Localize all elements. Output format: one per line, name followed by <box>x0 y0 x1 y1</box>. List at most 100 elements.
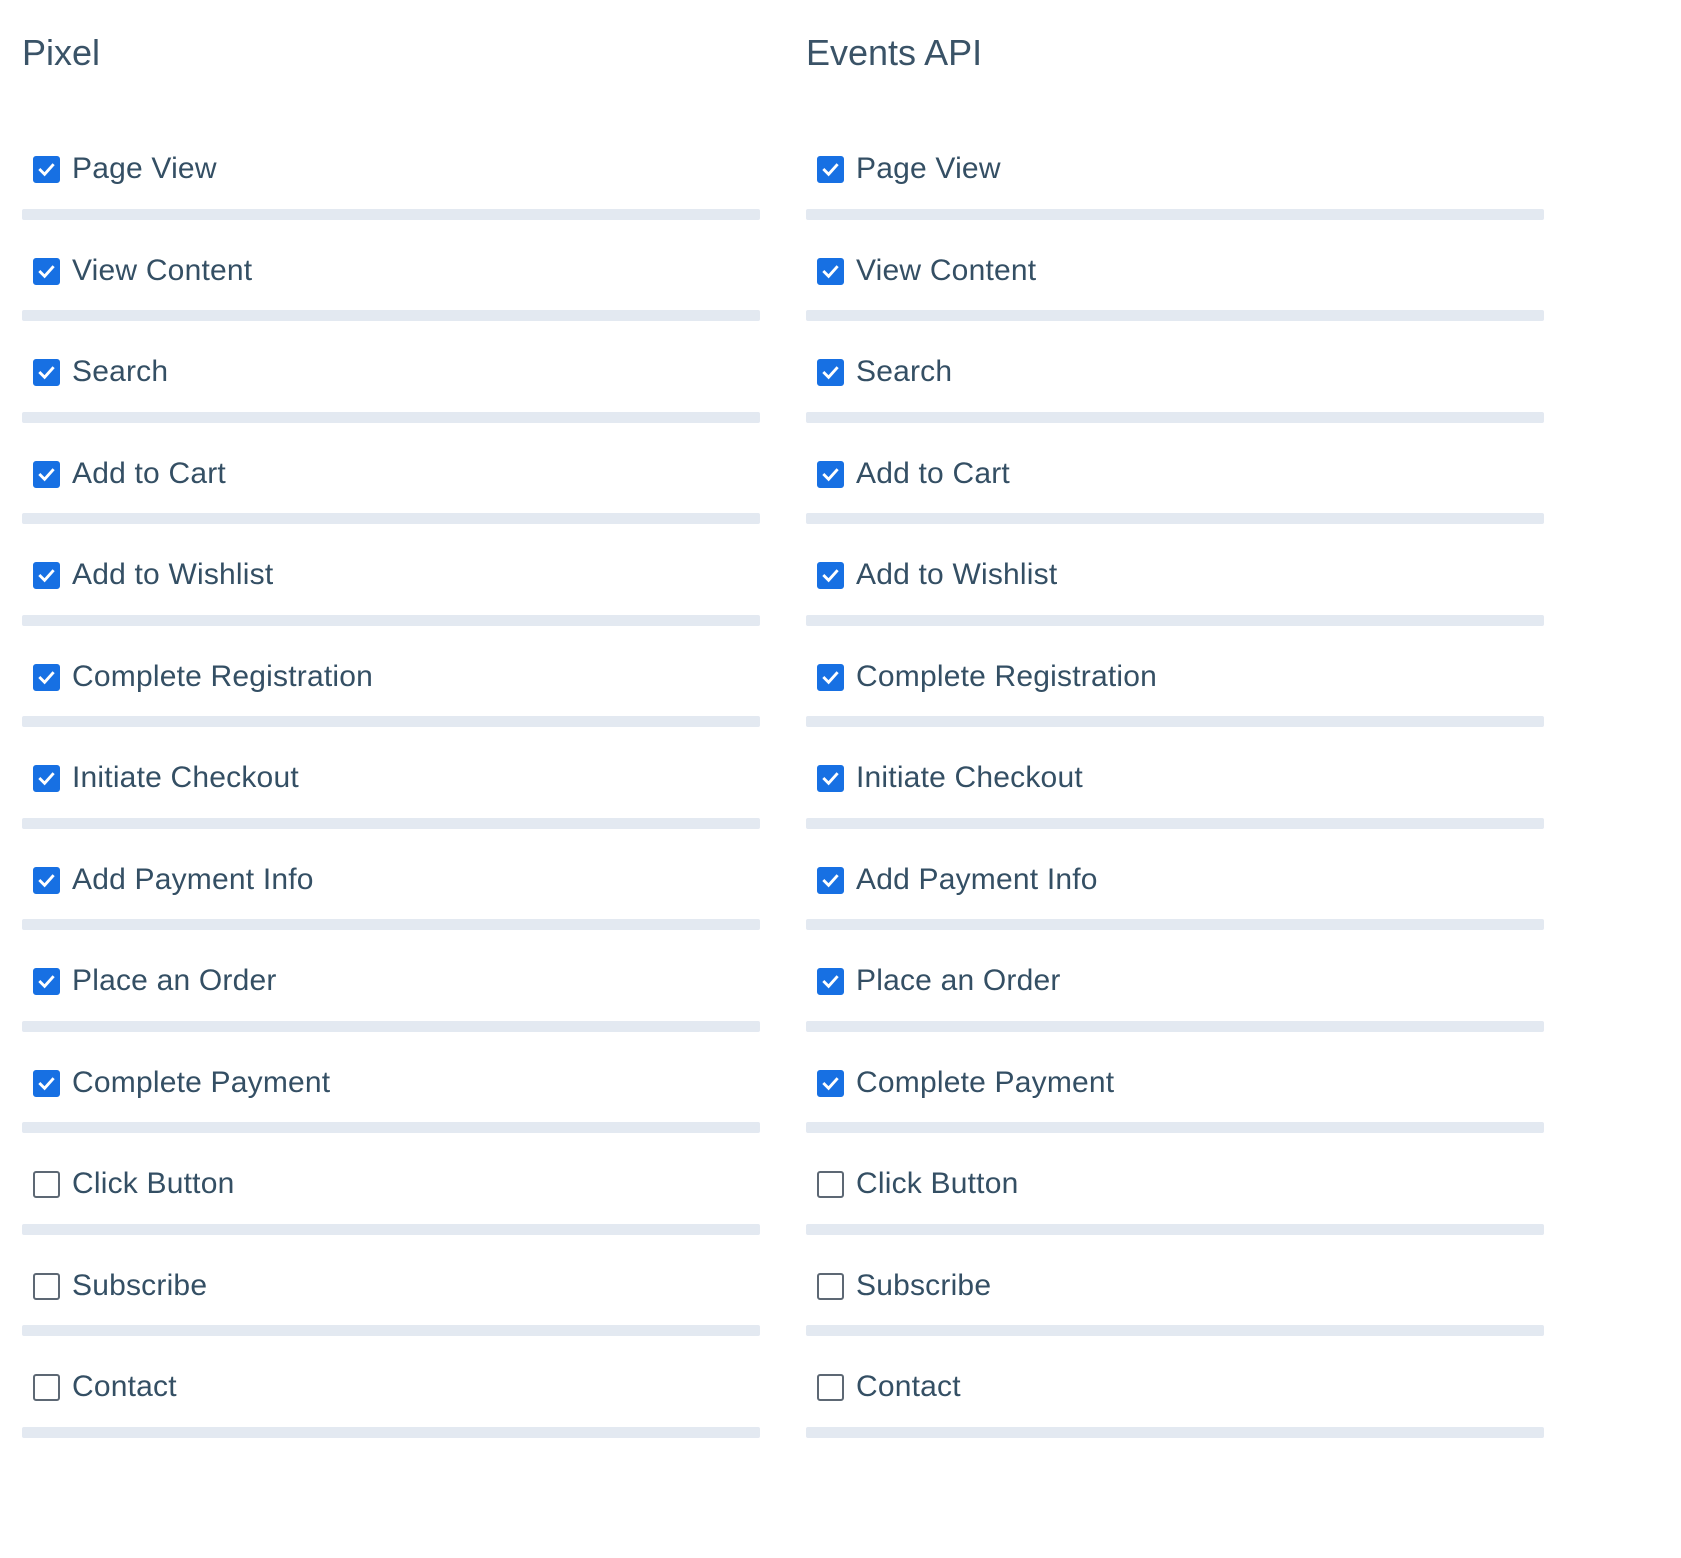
checkmark-icon <box>822 873 839 887</box>
event-label: View Content <box>856 253 1037 287</box>
checkmark-icon <box>822 1076 839 1090</box>
events-api-checkbox-page-view[interactable] <box>817 156 844 183</box>
events-api-checkbox-initiate-checkout[interactable] <box>817 765 844 792</box>
event-label: Add Payment Info <box>856 862 1098 896</box>
event-label: Page View <box>72 152 217 185</box>
pixel-row-add-to-wishlist[interactable]: Add to Wishlist <box>22 524 760 626</box>
events-api-checkbox-add-to-cart[interactable] <box>817 460 844 488</box>
pixel-checkbox-add-to-cart[interactable] <box>33 460 60 488</box>
pixel-row-contact[interactable]: Contact <box>22 1336 760 1438</box>
pixel-row-view-content[interactable]: View Content <box>22 220 760 322</box>
pixel-row-place-an-order[interactable]: Place an Order <box>22 930 760 1032</box>
event-label: Add to Cart <box>72 456 226 490</box>
events-api-row-page-view[interactable]: Page View <box>806 118 1544 220</box>
event-label: Click Button <box>856 1167 1019 1200</box>
pixel-checkbox-add-payment-info[interactable] <box>33 866 60 894</box>
pixel-checkbox-contact[interactable] <box>33 1374 60 1401</box>
checkmark-icon <box>38 163 55 177</box>
events-api-checkbox-complete-payment[interactable] <box>817 1069 844 1097</box>
events-api-row-add-payment-info[interactable]: Add Payment Info <box>806 829 1544 931</box>
event-label: Initiate Checkout <box>72 761 299 794</box>
event-label: Add to Cart <box>856 456 1010 490</box>
pixel-row-page-view[interactable]: Page View <box>22 118 760 220</box>
checkmark-icon <box>38 670 55 684</box>
events-api-row-contact[interactable]: Contact <box>806 1336 1544 1438</box>
checkmark-icon <box>38 1076 55 1090</box>
event-label: Search <box>72 355 169 388</box>
pixel-row-complete-registration[interactable]: Complete Registration <box>22 626 760 728</box>
checkmark-icon <box>822 163 839 177</box>
events-api-checkbox-add-to-wishlist[interactable] <box>817 562 844 589</box>
checkmark-icon <box>38 264 55 278</box>
pixel-checkbox-search[interactable] <box>33 359 60 386</box>
checkmark-icon <box>822 772 839 786</box>
events-api-checkbox-subscribe[interactable] <box>817 1272 844 1300</box>
checkmark-icon <box>822 264 839 278</box>
event-label: Add to Wishlist <box>856 558 1058 591</box>
events-api-row-initiate-checkout[interactable]: Initiate Checkout <box>806 727 1544 829</box>
events-api-section-title: Events API <box>806 32 983 73</box>
checkmark-icon <box>38 873 55 887</box>
pixel-row-add-to-cart[interactable]: Add to Cart <box>22 423 760 525</box>
pixel-checkbox-complete-payment[interactable] <box>33 1069 60 1097</box>
events-api-row-place-an-order[interactable]: Place an Order <box>806 930 1544 1032</box>
event-label: Subscribe <box>72 1268 208 1302</box>
checkmark-icon <box>38 467 55 481</box>
pixel-checkbox-view-content[interactable] <box>33 257 60 285</box>
checkmark-icon <box>38 366 55 380</box>
events-api-row-complete-registration[interactable]: Complete Registration <box>806 626 1544 728</box>
pixel-row-add-payment-info[interactable]: Add Payment Info <box>22 829 760 931</box>
event-label: Complete Payment <box>856 1065 1115 1099</box>
checkmark-icon <box>38 772 55 786</box>
pixel-checkbox-place-an-order[interactable] <box>33 968 60 995</box>
event-label: Add to Wishlist <box>72 558 274 591</box>
event-label: Place an Order <box>72 964 277 997</box>
pixel-row-click-button[interactable]: Click Button <box>22 1133 760 1235</box>
event-label: Page View <box>856 152 1001 185</box>
checkmark-icon <box>38 569 55 583</box>
checkmark-icon <box>822 975 839 989</box>
pixel-row-complete-payment[interactable]: Complete Payment <box>22 1032 760 1134</box>
events-api-checkbox-complete-registration[interactable] <box>817 663 844 691</box>
events-api-checkbox-contact[interactable] <box>817 1374 844 1401</box>
events-api-checkbox-view-content[interactable] <box>817 257 844 285</box>
pixel-row-search[interactable]: Search <box>22 321 760 423</box>
events-api-checkbox-search[interactable] <box>817 359 844 386</box>
checkmark-icon <box>822 670 839 684</box>
event-label: Complete Payment <box>72 1065 331 1099</box>
event-label: Click Button <box>72 1167 235 1200</box>
event-label: Complete Registration <box>856 659 1158 693</box>
pixel-event-list: Page View View Content Search Add to Car… <box>22 118 760 1438</box>
events-api-row-view-content[interactable]: View Content <box>806 220 1544 322</box>
events-api-row-search[interactable]: Search <box>806 321 1544 423</box>
checkmark-icon <box>38 975 55 989</box>
checkmark-icon <box>822 366 839 380</box>
events-api-checkbox-place-an-order[interactable] <box>817 968 844 995</box>
events-api-row-subscribe[interactable]: Subscribe <box>806 1235 1544 1337</box>
event-label: Initiate Checkout <box>856 761 1083 794</box>
pixel-row-subscribe[interactable]: Subscribe <box>22 1235 760 1337</box>
events-api-row-complete-payment[interactable]: Complete Payment <box>806 1032 1544 1134</box>
events-api-checkbox-click-button[interactable] <box>817 1171 844 1198</box>
events-api-row-add-to-cart[interactable]: Add to Cart <box>806 423 1544 525</box>
pixel-checkbox-subscribe[interactable] <box>33 1272 60 1300</box>
checkmark-icon <box>822 569 839 583</box>
pixel-checkbox-initiate-checkout[interactable] <box>33 765 60 792</box>
pixel-checkbox-click-button[interactable] <box>33 1171 60 1198</box>
event-label: Subscribe <box>856 1268 992 1302</box>
events-api-row-click-button[interactable]: Click Button <box>806 1133 1544 1235</box>
pixel-checkbox-add-to-wishlist[interactable] <box>33 562 60 589</box>
checkmark-icon <box>822 467 839 481</box>
events-api-event-list: Page View View Content Search Add to Car… <box>806 118 1544 1438</box>
events-api-row-add-to-wishlist[interactable]: Add to Wishlist <box>806 524 1544 626</box>
pixel-checkbox-page-view[interactable] <box>33 156 60 183</box>
pixel-checkbox-complete-registration[interactable] <box>33 663 60 691</box>
event-label: Search <box>856 355 953 388</box>
event-label: Contact <box>856 1370 961 1403</box>
event-label: Contact <box>72 1370 177 1403</box>
event-label: Place an Order <box>856 964 1061 997</box>
pixel-row-initiate-checkout[interactable]: Initiate Checkout <box>22 727 760 829</box>
events-api-checkbox-add-payment-info[interactable] <box>817 866 844 894</box>
event-label: View Content <box>72 253 253 287</box>
event-label: Add Payment Info <box>72 862 314 896</box>
